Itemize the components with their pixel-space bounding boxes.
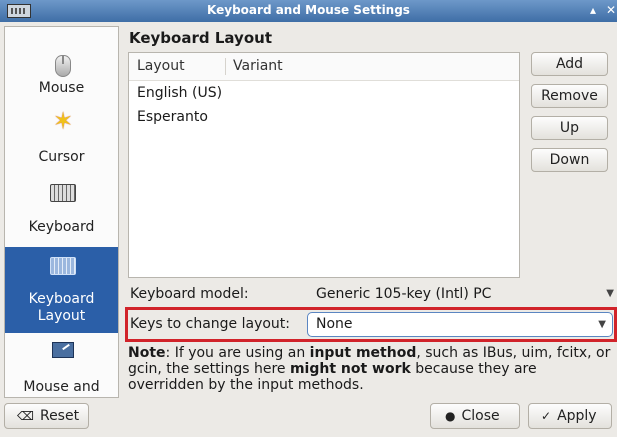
chevron-down-icon: ▼ bbox=[598, 319, 606, 330]
window-title: Keyboard and Mouse Settings bbox=[207, 3, 410, 17]
backspace-icon: ⌫ bbox=[17, 409, 34, 423]
keyboard-model-select[interactable]: Generic 105-key (Intl) PC ▼ bbox=[308, 282, 616, 306]
list-item[interactable]: English (US) bbox=[137, 85, 222, 101]
maximize-button[interactable]: ▴ bbox=[584, 2, 602, 19]
sidebar-item-label: Layout bbox=[37, 308, 86, 324]
layout-list[interactable]: Layout Variant English (US) Esperanto bbox=[128, 52, 520, 278]
note-text: Note: If you are using an input method, … bbox=[128, 345, 611, 393]
sidebar-item-keyboard[interactable]: Keyboard bbox=[5, 175, 118, 241]
down-button[interactable]: Down bbox=[531, 148, 608, 172]
column-header-variant[interactable]: Variant bbox=[233, 58, 283, 74]
apply-button[interactable]: ✓ Apply bbox=[528, 403, 612, 429]
keyboard-model-value: Generic 105-key (Intl) PC bbox=[316, 286, 492, 302]
change-layout-label: Keys to change layout: bbox=[130, 316, 291, 332]
close-circle-icon: ● bbox=[445, 409, 456, 423]
sidebar-item-label: Mouse and bbox=[23, 379, 100, 395]
reset-button[interactable]: ⌫ Reset bbox=[4, 403, 89, 429]
up-button[interactable]: Up bbox=[531, 116, 608, 140]
sidebar-item-cursor[interactable]: ✶ Cursor bbox=[5, 105, 118, 169]
mouse-and-keyboard-icon bbox=[49, 338, 77, 364]
sidebar-item-label: Cursor bbox=[38, 149, 85, 165]
column-header-layout[interactable]: Layout bbox=[137, 58, 185, 74]
list-item[interactable]: Esperanto bbox=[137, 109, 208, 125]
sidebar-item-keyboard-layout[interactable]: Keyboard Layout bbox=[5, 247, 118, 333]
checkmark-icon: ✓ bbox=[541, 409, 552, 423]
change-layout-select[interactable]: None ▼ bbox=[307, 312, 613, 337]
cursor-icon: ✶ bbox=[52, 107, 74, 135]
sidebar-item-label: Keyboard bbox=[28, 219, 95, 235]
mouse-icon bbox=[49, 53, 77, 79]
chevron-down-icon: ▼ bbox=[606, 288, 614, 299]
remove-button[interactable]: Remove bbox=[531, 84, 608, 108]
list-header: Layout Variant bbox=[129, 53, 519, 81]
keyboard-icon bbox=[49, 180, 77, 206]
sidebar-item-label: Keyboard bbox=[28, 291, 95, 307]
keyboard-model-label: Keyboard model: bbox=[130, 286, 249, 302]
column-divider bbox=[225, 58, 226, 75]
page-title: Keyboard Layout bbox=[129, 29, 272, 47]
change-layout-value: None bbox=[316, 316, 353, 332]
close-window-button[interactable]: ✕ bbox=[602, 2, 617, 19]
title-bar: Keyboard and Mouse Settings ▴ ✕ bbox=[0, 0, 617, 22]
sidebar-item-label: Mouse bbox=[38, 80, 85, 96]
add-button[interactable]: Add bbox=[531, 52, 608, 76]
sidebar-item-mouse-and[interactable]: Mouse and bbox=[5, 335, 118, 397]
keyboard-layout-icon bbox=[49, 253, 77, 279]
close-button[interactable]: ● Close bbox=[430, 403, 520, 429]
sidebar-item-mouse[interactable]: Mouse bbox=[5, 27, 118, 99]
sidebar: Mouse ✶ Cursor Keyboard Keyboard Layout … bbox=[4, 26, 119, 398]
